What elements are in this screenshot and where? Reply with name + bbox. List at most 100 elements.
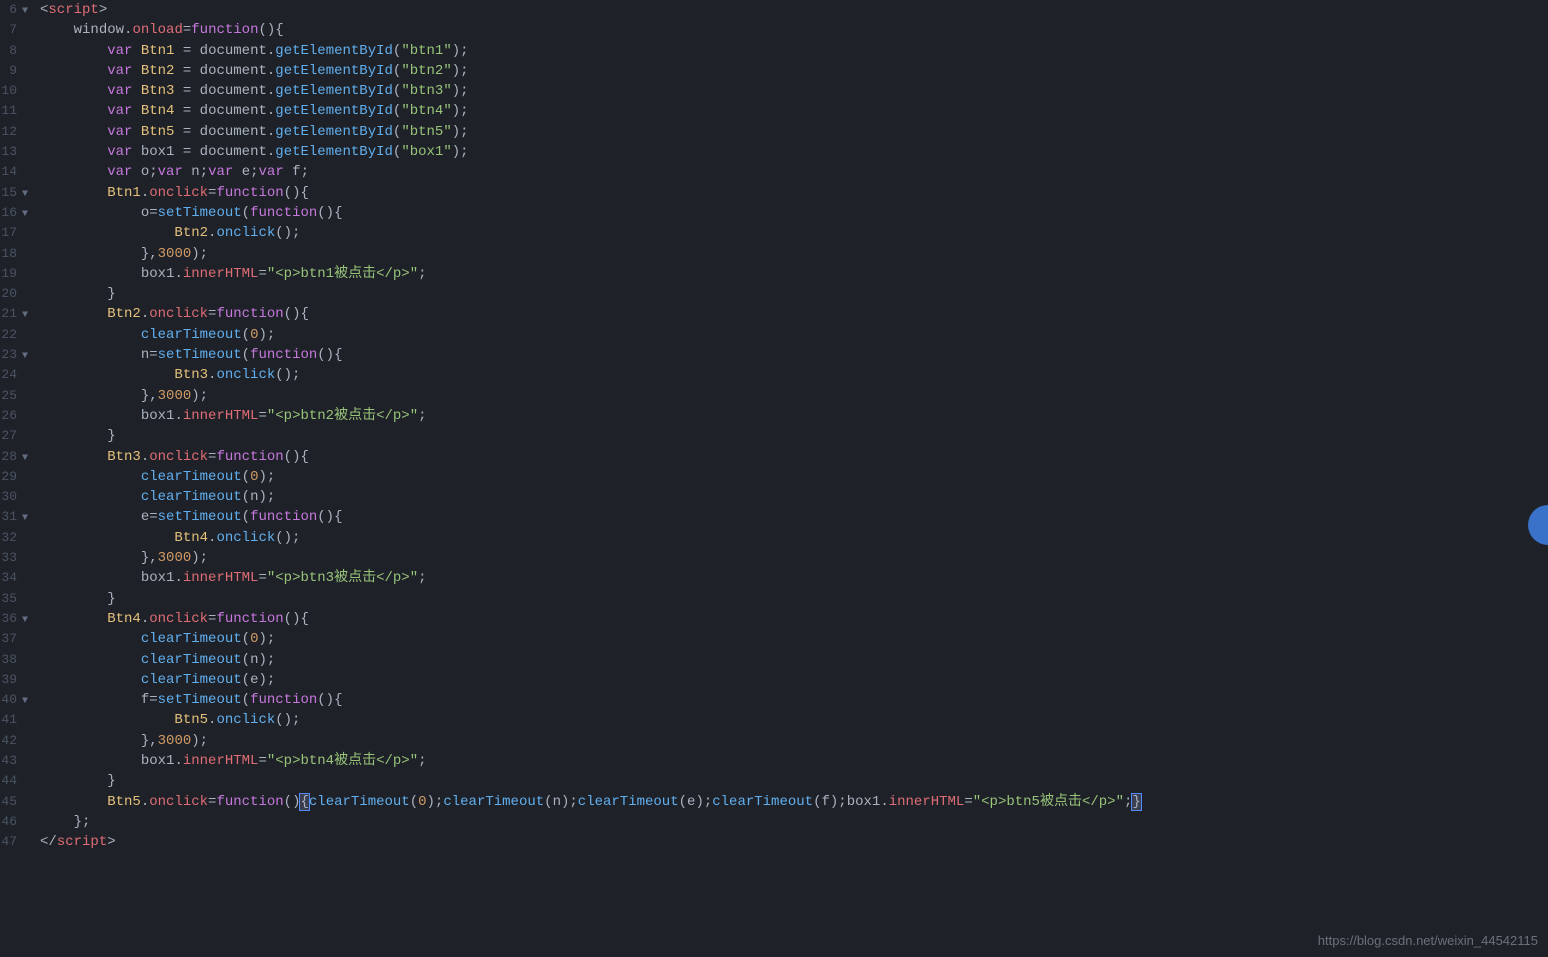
- code-line[interactable]: var Btn3 = document.getElementById("btn3…: [40, 81, 1548, 101]
- code-line[interactable]: box1.innerHTML="<p>btn3被点击</p>";: [40, 568, 1548, 588]
- code-line[interactable]: Btn3.onclick();: [40, 365, 1548, 385]
- code-line[interactable]: o=setTimeout(function(){: [40, 203, 1548, 223]
- line-number[interactable]: 10: [0, 81, 28, 101]
- token: [132, 103, 140, 119]
- code-line[interactable]: Btn2.onclick=function(){: [40, 304, 1548, 324]
- code-line[interactable]: clearTimeout(n);: [40, 650, 1548, 670]
- line-number[interactable]: 15▼: [0, 183, 28, 203]
- code-line[interactable]: }: [40, 426, 1548, 446]
- line-number[interactable]: 24: [0, 365, 28, 385]
- token: =: [964, 794, 972, 810]
- code-line[interactable]: clearTimeout(e);: [40, 670, 1548, 690]
- code-line[interactable]: Btn1.onclick=function(){: [40, 183, 1548, 203]
- code-line[interactable]: box1.innerHTML="<p>btn1被点击</p>";: [40, 264, 1548, 284]
- line-number[interactable]: 43: [0, 751, 28, 771]
- line-number[interactable]: 19: [0, 264, 28, 284]
- line-number[interactable]: 38: [0, 650, 28, 670]
- line-number[interactable]: 41: [0, 710, 28, 730]
- line-number-gutter[interactable]: 6▼789101112131415▼16▼1718192021▼2223▼242…: [0, 0, 34, 957]
- line-number[interactable]: 37: [0, 629, 28, 649]
- line-number[interactable]: 40▼: [0, 690, 28, 710]
- fold-toggle-icon[interactable]: ▼: [18, 2, 28, 22]
- line-number[interactable]: 34: [0, 568, 28, 588]
- fold-toggle-icon[interactable]: ▼: [18, 692, 28, 712]
- line-number[interactable]: 13: [0, 142, 28, 162]
- code-line[interactable]: Btn4.onclick=function(){: [40, 609, 1548, 629]
- fold-toggle-icon[interactable]: ▼: [18, 205, 28, 225]
- code-line[interactable]: }: [40, 589, 1548, 609]
- line-number[interactable]: 44: [0, 771, 28, 791]
- code-line[interactable]: box1.innerHTML="<p>btn4被点击</p>";: [40, 751, 1548, 771]
- line-number[interactable]: 35: [0, 589, 28, 609]
- line-number[interactable]: 25: [0, 386, 28, 406]
- code-line[interactable]: </script>: [40, 832, 1548, 852]
- line-number[interactable]: 32: [0, 528, 28, 548]
- line-number[interactable]: 11: [0, 101, 28, 121]
- code-line[interactable]: var box1 = document.getElementById("box1…: [40, 142, 1548, 162]
- code-area[interactable]: <script> window.onload=function(){ var B…: [34, 0, 1548, 957]
- fold-toggle-icon[interactable]: ▼: [18, 449, 28, 469]
- line-number[interactable]: 30: [0, 487, 28, 507]
- line-number[interactable]: 14: [0, 162, 28, 182]
- code-line[interactable]: <script>: [40, 0, 1548, 20]
- code-line[interactable]: },3000);: [40, 731, 1548, 751]
- fold-toggle-icon[interactable]: ▼: [18, 185, 28, 205]
- code-line[interactable]: }: [40, 771, 1548, 791]
- line-number[interactable]: 22: [0, 325, 28, 345]
- fold-toggle-icon[interactable]: ▼: [18, 611, 28, 631]
- line-number[interactable]: 23▼: [0, 345, 28, 365]
- line-number[interactable]: 28▼: [0, 447, 28, 467]
- line-number[interactable]: 31▼: [0, 507, 28, 527]
- code-editor[interactable]: 6▼789101112131415▼16▼1718192021▼2223▼242…: [0, 0, 1548, 957]
- fold-toggle-icon[interactable]: ▼: [18, 347, 28, 367]
- token: (: [242, 631, 250, 647]
- fold-toggle-icon[interactable]: ▼: [18, 306, 28, 326]
- code-line[interactable]: Btn5.onclick();: [40, 710, 1548, 730]
- code-line[interactable]: clearTimeout(0);: [40, 629, 1548, 649]
- line-number[interactable]: 39: [0, 670, 28, 690]
- line-number[interactable]: 46: [0, 812, 28, 832]
- line-number[interactable]: 9: [0, 61, 28, 81]
- code-line[interactable]: Btn2.onclick();: [40, 223, 1548, 243]
- line-number[interactable]: 18: [0, 244, 28, 264]
- line-number[interactable]: 26: [0, 406, 28, 426]
- line-number[interactable]: 7: [0, 20, 28, 40]
- code-line[interactable]: var Btn2 = document.getElementById("btn2…: [40, 61, 1548, 81]
- code-line[interactable]: var Btn4 = document.getElementById("btn4…: [40, 101, 1548, 121]
- code-line[interactable]: };: [40, 812, 1548, 832]
- line-number[interactable]: 45: [0, 792, 28, 812]
- code-line[interactable]: },3000);: [40, 548, 1548, 568]
- code-line[interactable]: clearTimeout(0);: [40, 325, 1548, 345]
- line-number[interactable]: 33: [0, 548, 28, 568]
- line-number[interactable]: 47: [0, 832, 28, 852]
- code-line[interactable]: e=setTimeout(function(){: [40, 507, 1548, 527]
- token: getElementById: [275, 124, 393, 140]
- code-line[interactable]: Btn3.onclick=function(){: [40, 447, 1548, 467]
- code-line[interactable]: window.onload=function(){: [40, 20, 1548, 40]
- line-number[interactable]: 20: [0, 284, 28, 304]
- fold-toggle-icon[interactable]: ▼: [18, 509, 28, 529]
- code-line[interactable]: },3000);: [40, 386, 1548, 406]
- code-line[interactable]: clearTimeout(n);: [40, 487, 1548, 507]
- code-line[interactable]: var Btn5 = document.getElementById("btn5…: [40, 122, 1548, 142]
- code-line[interactable]: var Btn1 = document.getElementById("btn1…: [40, 41, 1548, 61]
- line-number[interactable]: 21▼: [0, 304, 28, 324]
- code-line[interactable]: f=setTimeout(function(){: [40, 690, 1548, 710]
- code-line[interactable]: clearTimeout(0);: [40, 467, 1548, 487]
- line-number[interactable]: 29: [0, 467, 28, 487]
- line-number[interactable]: 36▼: [0, 609, 28, 629]
- line-number[interactable]: 42: [0, 731, 28, 751]
- line-number[interactable]: 6▼: [0, 0, 28, 20]
- code-line[interactable]: n=setTimeout(function(){: [40, 345, 1548, 365]
- code-line[interactable]: var o;var n;var e;var f;: [40, 162, 1548, 182]
- line-number[interactable]: 12: [0, 122, 28, 142]
- code-line[interactable]: Btn4.onclick();: [40, 528, 1548, 548]
- code-line[interactable]: box1.innerHTML="<p>btn2被点击</p>";: [40, 406, 1548, 426]
- code-line[interactable]: Btn5.onclick=function(){clearTimeout(0);…: [40, 792, 1548, 812]
- code-line[interactable]: }: [40, 284, 1548, 304]
- line-number[interactable]: 17: [0, 223, 28, 243]
- line-number[interactable]: 16▼: [0, 203, 28, 223]
- line-number[interactable]: 27: [0, 426, 28, 446]
- line-number[interactable]: 8: [0, 41, 28, 61]
- code-line[interactable]: },3000);: [40, 244, 1548, 264]
